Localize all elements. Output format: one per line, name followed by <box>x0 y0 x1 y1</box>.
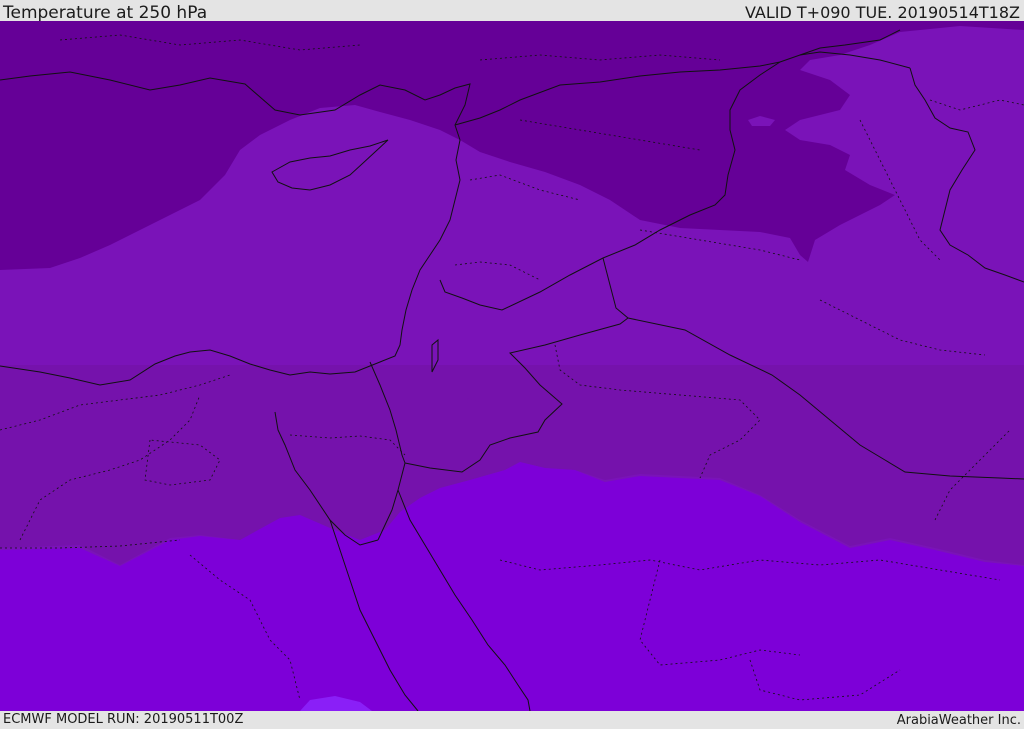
credit-label: ArabiaWeather Inc. <box>896 713 1021 728</box>
model-run-label: ECMWF MODEL RUN: 20190511T00Z <box>3 712 244 727</box>
map-header: Temperature at 250 hPa VALID T+090 TUE. … <box>0 0 1024 23</box>
weather-map-frame: Temperature at 250 hPa VALID T+090 TUE. … <box>0 0 1024 729</box>
valid-time-label: VALID T+090 TUE. 20190514T18Z <box>744 3 1020 22</box>
map-canvas[interactable] <box>0 21 1024 711</box>
map-footer: ECMWF MODEL RUN: 20190511T00Z ArabiaWeat… <box>0 711 1024 729</box>
temperature-map[interactable] <box>0 21 1024 711</box>
map-title: Temperature at 250 hPa <box>3 3 208 23</box>
